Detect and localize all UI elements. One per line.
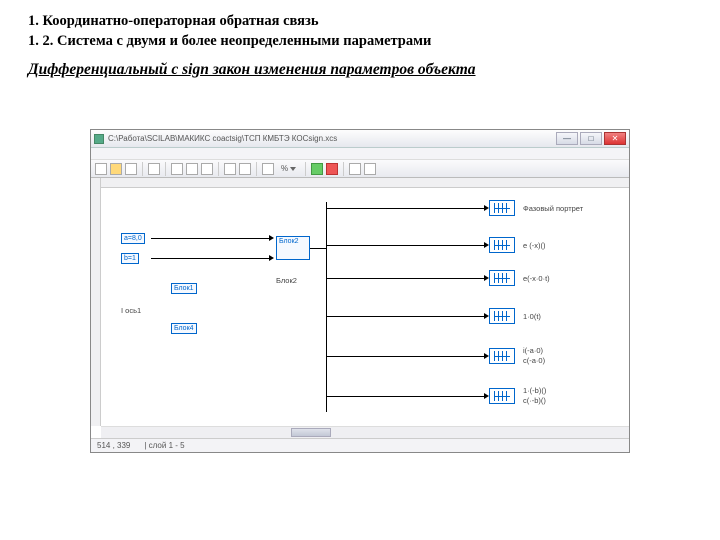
separator	[305, 162, 306, 176]
run-icon[interactable]	[311, 163, 323, 175]
wire	[326, 356, 486, 357]
scope-6-caption-b: c(·-b)()	[523, 396, 546, 405]
wire	[326, 245, 486, 246]
redo-icon[interactable]	[239, 163, 251, 175]
menubar[interactable]	[91, 148, 629, 160]
block-1[interactable]: Блок1	[171, 283, 197, 294]
stop-icon[interactable]	[326, 163, 338, 175]
wire	[326, 278, 486, 279]
arrow-icon	[269, 255, 274, 261]
wire	[151, 238, 271, 239]
status-coords: 514 , 339	[97, 441, 130, 450]
ruler-vertical	[91, 178, 101, 426]
wire	[326, 316, 486, 317]
scope-4-caption: 1·0(t)	[523, 312, 541, 321]
toolbar: %	[91, 160, 629, 178]
scope-5-caption-b: c(-a·0)	[523, 356, 545, 365]
close-button[interactable]: ✕	[604, 132, 626, 145]
clock-block[interactable]: Блок4	[171, 323, 197, 334]
diagram-canvas[interactable]: a=8,0 b=1 I ось1 Блок1 Блок4 Блок2 Блок2	[91, 178, 629, 438]
tool-icon[interactable]	[349, 163, 361, 175]
scope-block-2[interactable]	[489, 237, 515, 253]
wire	[326, 396, 486, 397]
horizontal-scrollbar[interactable]	[101, 426, 629, 438]
separator	[165, 162, 166, 176]
separator	[218, 162, 219, 176]
scrollbar-thumb[interactable]	[291, 428, 331, 437]
center-block[interactable]: Блок2	[276, 236, 310, 260]
scope-6-caption-a: 1·(-b)()	[523, 386, 546, 395]
separator	[256, 162, 257, 176]
zoom-fit-icon[interactable]	[262, 163, 274, 175]
wire	[310, 248, 326, 249]
scope-1-caption: Фазовый портрет	[523, 204, 583, 213]
separator	[343, 162, 344, 176]
wire	[326, 208, 486, 209]
bus-wire	[326, 202, 327, 412]
clock-label: I ось1	[121, 306, 141, 315]
app-icon	[94, 134, 104, 144]
scope-3-caption: e(-x·0·t)	[523, 274, 550, 283]
scope-block-1[interactable]	[489, 200, 515, 216]
const-block-a[interactable]: a=8,0	[121, 233, 145, 244]
new-file-icon[interactable]	[95, 163, 107, 175]
cut-icon[interactable]	[171, 163, 183, 175]
save-icon[interactable]	[125, 163, 137, 175]
zoom-percent[interactable]: %	[277, 164, 300, 173]
wire	[151, 258, 271, 259]
subtitle: Дифференциальный с sign закон изменения …	[28, 61, 692, 79]
paste-icon[interactable]	[201, 163, 213, 175]
print-icon[interactable]	[148, 163, 160, 175]
ruler-horizontal	[91, 178, 629, 188]
undo-icon[interactable]	[224, 163, 236, 175]
open-file-icon[interactable]	[110, 163, 122, 175]
tool-icon[interactable]	[364, 163, 376, 175]
titlebar: C:\Работа\SCILAB\МАКИКС coactsig\ТСП КМБ…	[91, 130, 629, 148]
copy-icon[interactable]	[186, 163, 198, 175]
chevron-down-icon	[290, 167, 296, 171]
status-layer: | слой 1 - 5	[144, 441, 184, 450]
arrow-icon	[269, 235, 274, 241]
scope-block-4[interactable]	[489, 308, 515, 324]
maximize-button[interactable]: □	[580, 132, 602, 145]
minimize-button[interactable]: —	[556, 132, 578, 145]
separator	[142, 162, 143, 176]
scope-block-5[interactable]	[489, 348, 515, 364]
scope-5-caption-a: i(-a·0)	[523, 346, 543, 355]
scope-block-6[interactable]	[489, 388, 515, 404]
scope-2-caption: e (-x)()	[523, 241, 546, 250]
heading-1: 1. Координатно-операторная обратная связ…	[28, 12, 692, 32]
scope-block-3[interactable]	[489, 270, 515, 286]
center-block-label: Блок2	[276, 276, 297, 285]
const-block-b[interactable]: b=1	[121, 253, 139, 264]
window-title: C:\Работа\SCILAB\МАКИКС coactsig\ТСП КМБ…	[108, 134, 552, 143]
heading-2: 1. 2. Система с двумя и более неопределе…	[28, 32, 692, 52]
app-window: C:\Работа\SCILAB\МАКИКС coactsig\ТСП КМБ…	[90, 129, 630, 453]
statusbar: 514 , 339 | слой 1 - 5	[91, 438, 629, 452]
